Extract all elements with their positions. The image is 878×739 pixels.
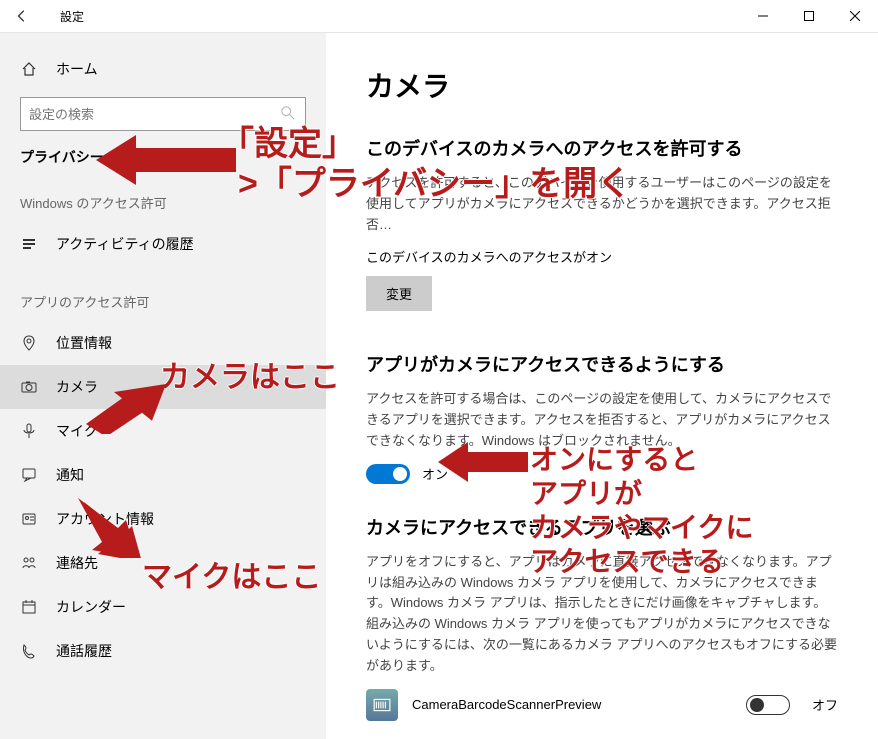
- sidebar-item-label: カメラ: [56, 377, 98, 397]
- home-icon: [20, 60, 38, 78]
- section-privacy: プライバシー: [0, 143, 326, 185]
- sidebar-item-label: マイク: [56, 421, 98, 441]
- group-app-permissions: アプリのアクセス許可: [0, 284, 326, 321]
- camera-icon: [20, 378, 38, 396]
- desc-app-access: アクセスを許可する場合は、このページの設定を使用して、カメラにアクセスできるアプ…: [366, 389, 838, 451]
- sidebar-item-label: 通話履歴: [56, 641, 112, 661]
- history-icon: [20, 235, 38, 253]
- app-toggle-label: オフ: [812, 695, 838, 714]
- section-choose-apps: カメラにアクセスできるアプリを選ぶ: [366, 514, 838, 540]
- app-toggle-camerabarcode[interactable]: [746, 695, 790, 715]
- sidebar-item-home[interactable]: ホーム: [0, 49, 326, 89]
- sidebar-item-microphone[interactable]: マイク: [0, 409, 326, 453]
- section-app-access: アプリがカメラにアクセスできるようにする: [366, 351, 838, 377]
- sidebar-item-label: 連絡先: [56, 553, 98, 573]
- app-row-camerabarcode: CameraBarcodeScannerPreview オフ: [366, 689, 838, 721]
- search-box[interactable]: [20, 97, 306, 131]
- group-windows-permissions: Windows のアクセス許可: [0, 185, 326, 222]
- change-button[interactable]: 変更: [366, 276, 432, 311]
- phone-icon: [20, 642, 38, 660]
- sidebar-item-label: 位置情報: [56, 333, 112, 353]
- content-pane: カメラ このデバイスのカメラへのアクセスを許可する アクセスを許可すると、このデ…: [326, 33, 878, 739]
- sidebar-item-call-history[interactable]: 通話履歴: [0, 629, 326, 673]
- maximize-button[interactable]: [786, 0, 832, 32]
- location-icon: [20, 334, 38, 352]
- app-name: CameraBarcodeScannerPreview: [412, 697, 732, 712]
- app-access-toggle[interactable]: [366, 464, 410, 484]
- minimize-button[interactable]: [740, 0, 786, 32]
- desc-choose-apps: アプリをオフにすると、アプリはカメラに直接アクセスできなくなります。アプリは組み…: [366, 552, 838, 677]
- sidebar-item-location[interactable]: 位置情報: [0, 321, 326, 365]
- section-device-access: このデバイスのカメラへのアクセスを許可する: [366, 135, 838, 161]
- sidebar-item-label: アクティビティの履歴: [56, 234, 194, 254]
- contacts-icon: [20, 554, 38, 572]
- sidebar-item-activity-history[interactable]: アクティビティの履歴: [0, 222, 326, 266]
- search-input[interactable]: [29, 107, 281, 122]
- back-button[interactable]: [0, 0, 44, 32]
- sidebar-item-calendar[interactable]: カレンダー: [0, 585, 326, 629]
- calendar-icon: [20, 598, 38, 616]
- desc-device-access: アクセスを許可すると、このデバイスを使用するユーザーはこのページの設定を使用して…: [366, 173, 838, 235]
- sidebar-item-notifications[interactable]: 通知: [0, 453, 326, 497]
- window-title: 設定: [60, 8, 84, 25]
- sidebar-item-label: 通知: [56, 465, 84, 485]
- mic-icon: [20, 422, 38, 440]
- status-device-access: このデバイスのカメラへのアクセスがオン: [366, 247, 838, 266]
- sidebar: ホーム プライバシー Windows のアクセス許可 アクティビティの履歴 アプ…: [0, 33, 326, 739]
- close-button[interactable]: [832, 0, 878, 32]
- sidebar-item-contacts[interactable]: 連絡先: [0, 541, 326, 585]
- home-label: ホーム: [56, 59, 98, 79]
- sidebar-item-account-info[interactable]: アカウント情報: [0, 497, 326, 541]
- bell-icon: [20, 466, 38, 484]
- account-icon: [20, 510, 38, 528]
- page-title: カメラ: [366, 65, 838, 105]
- barcode-app-icon: [366, 689, 398, 721]
- titlebar: 設定: [0, 0, 878, 33]
- search-icon: [281, 106, 297, 122]
- app-access-toggle-label: オン: [422, 464, 448, 483]
- sidebar-item-label: カレンダー: [56, 597, 126, 617]
- sidebar-item-label: アカウント情報: [56, 509, 154, 529]
- sidebar-item-camera[interactable]: カメラ: [0, 365, 326, 409]
